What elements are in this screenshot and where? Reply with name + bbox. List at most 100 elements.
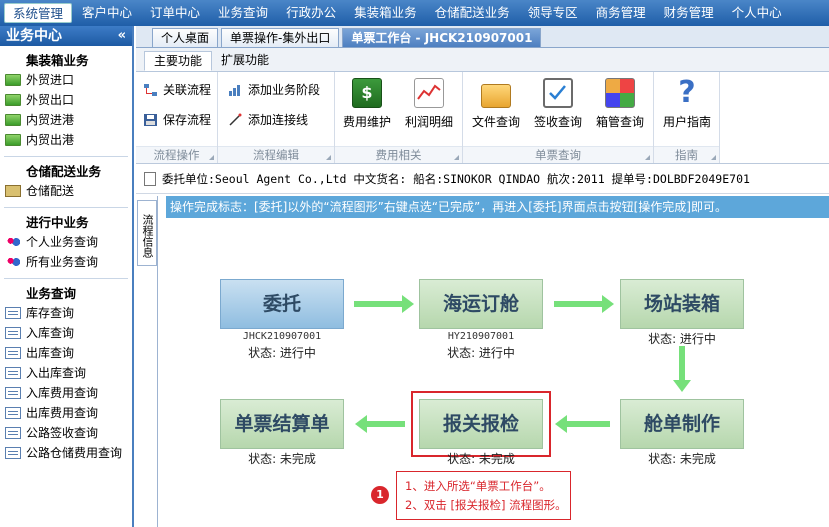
sign-query-label: 签收查询 (533, 115, 582, 129)
group-label: 流程编辑 (218, 146, 334, 163)
group-fee: $ 费用维护 利润明细 费用相关 (335, 72, 463, 163)
sidebar-item-label: 公路仓储费用查询 (26, 446, 123, 460)
add-connector-button[interactable]: 添加连接线 (228, 110, 308, 130)
sidebar-title: 业务中心 (6, 28, 62, 44)
sidebar-item-foreign-import[interactable]: 外贸进口 (0, 70, 132, 90)
sidebar-item-road-sign[interactable]: 公路签收查询 (0, 423, 132, 443)
sidebar-item-inbound[interactable]: 入库查询 (0, 323, 132, 343)
top-nav: 系统管理 客户中心 订单中心 业务查询 行政办公 集装箱业务 仓储配送业务 领导… (0, 0, 829, 26)
nav-biz-query[interactable]: 业务查询 (210, 3, 276, 23)
sidebar-item-label: 入库查询 (26, 326, 75, 340)
sidebar-item-road-storage-fee[interactable]: 公路仓储费用查询 (0, 443, 132, 463)
link-flow-label: 关联流程 (163, 83, 212, 97)
node-status: 状态: 未完成 (447, 452, 515, 466)
sidebar-item-label: 入库费用查询 (26, 386, 99, 400)
sidebar-item-outbound-fee[interactable]: 出库费用查询 (0, 403, 132, 423)
flow-arrow (355, 415, 405, 433)
sidebar-group-biz-query: 业务查询 库存查询 入库查询 出库查询 入出库查询 入库费用查询 出库费用查询 … (0, 285, 132, 463)
flow-node-settlement[interactable]: 单票结算单 (220, 399, 344, 449)
sidebar-item-warehouse-delivery[interactable]: 仓储配送 (0, 181, 132, 201)
profit-detail-label: 利润明细 (404, 115, 453, 129)
sidebar-item-label: 外贸进口 (26, 73, 75, 87)
nav-office[interactable]: 行政办公 (278, 3, 344, 23)
people-icon (5, 236, 21, 248)
node-status: 状态: 未完成 (648, 452, 716, 466)
node-code: HY210907001 (447, 331, 515, 342)
sidebar-item-label: 内贸出港 (26, 133, 75, 147)
list-icon (5, 307, 21, 319)
sidebar-item-label: 仓储配送 (26, 184, 75, 198)
sidebar-item-in-out[interactable]: 入出库查询 (0, 363, 132, 383)
flow-node-stuffing[interactable]: 场站装箱 (620, 279, 744, 329)
container-query-label: 箱管查询 (595, 115, 644, 129)
sidebar-item-foreign-export[interactable]: 外贸出口 (0, 90, 132, 110)
add-stage-button[interactable]: 添加业务阶段 (228, 80, 320, 100)
user-guide-label: 用户指南 (662, 115, 711, 129)
folder-icon (481, 84, 511, 108)
nav-system[interactable]: 系统管理 (4, 3, 73, 23)
tab-flow-info[interactable]: 流程信息 (137, 200, 157, 266)
info-bar: 委托单位:Seoul Agent Co.,Ltd 中文货名: 船名:SINOKO… (136, 164, 829, 194)
nav-leader[interactable]: 领导专区 (520, 3, 586, 23)
nav-finance[interactable]: 财务管理 (656, 3, 722, 23)
nav-order[interactable]: 订单中心 (142, 3, 208, 23)
file-query-button[interactable]: 文件查询 (467, 78, 525, 130)
group-flow-ops: 关联流程 保存流程 流程操作 (136, 72, 218, 163)
group-guide: ? 用户指南 指南 (654, 72, 720, 163)
profit-detail-button[interactable]: 利润明细 (401, 78, 457, 130)
sidebar-item-label: 个人业务查询 (26, 235, 99, 249)
sidebar-group-warehouse: 仓储配送业务 仓储配送 (0, 163, 132, 201)
node-status: 状态: 进行中 (447, 346, 515, 360)
ribbon-tabs: 主要功能 扩展功能 (136, 48, 829, 72)
sidebar-item-label: 所有业务查询 (26, 255, 99, 269)
group-label: 指南 (654, 146, 719, 163)
sidebar-item-all-query[interactable]: 所有业务查询 (0, 252, 132, 272)
flow-node-manifest[interactable]: 舱单制作 (620, 399, 744, 449)
sidebar-item-label: 公路签收查询 (26, 426, 99, 440)
sign-query-button[interactable]: 签收查询 (529, 78, 587, 130)
tab-ticket-export[interactable]: 单票操作-集外出口 (221, 28, 340, 47)
tab-personal-desktop[interactable]: 个人桌面 (152, 28, 219, 47)
nav-container[interactable]: 集装箱业务 (346, 3, 425, 23)
flow-node-booking[interactable]: 海运订舱 (419, 279, 543, 329)
divider (4, 278, 128, 279)
user-guide-button[interactable]: ? 用户指南 (659, 78, 715, 130)
list-icon (5, 327, 21, 339)
ribbon-tab-main[interactable]: 主要功能 (144, 51, 213, 71)
document-icon (144, 172, 156, 186)
link-flow-button[interactable]: 关联流程 (143, 80, 211, 100)
nav-warehouse[interactable]: 仓储配送业务 (427, 3, 518, 23)
collapse-icon[interactable]: « (118, 26, 126, 46)
ribbon-tab-extended[interactable]: 扩展功能 (212, 51, 278, 71)
node-status: 状态: 未完成 (248, 452, 316, 466)
tab-ticket-workbench[interactable]: 单票工作台 - JHCK210907001 (342, 28, 542, 47)
warehouse-icon (5, 185, 21, 197)
sidebar-item-inbound-fee[interactable]: 入库费用查询 (0, 383, 132, 403)
nav-personal[interactable]: 个人中心 (724, 3, 790, 23)
ribbon: 主要功能 扩展功能 关联流程 保存流程 流程操作 添加业务阶段 添加连接线 流程… (136, 48, 829, 164)
money-book-icon: $ (352, 78, 382, 108)
flow-arrow (354, 295, 414, 313)
add-connector-label: 添加连接线 (248, 113, 309, 127)
sidebar-item-domestic-in[interactable]: 内贸进港 (0, 110, 132, 130)
notice-bar: 操作完成标志：[委托]以外的“流程图形”右键点选“已完成”，再进入[委托]界面点… (166, 196, 829, 218)
sidebar-item-outbound[interactable]: 出库查询 (0, 343, 132, 363)
flow-node-entrust[interactable]: 委托 (220, 279, 344, 329)
group-label: 费用相关 (335, 146, 462, 163)
save-flow-button[interactable]: 保存流程 (143, 110, 211, 130)
nav-commerce[interactable]: 商务管理 (588, 3, 654, 23)
group-label: 单票查询 (463, 146, 653, 163)
nav-customer[interactable]: 客户中心 (74, 3, 140, 23)
fee-maintain-button[interactable]: $ 费用维护 (341, 78, 393, 130)
sidebar-group-title: 业务查询 (26, 286, 77, 301)
sidebar-group-title: 集装箱业务 (26, 53, 89, 68)
list-icon (5, 427, 21, 439)
sidebar-item-personal-query[interactable]: 个人业务查询 (0, 232, 132, 252)
container-query-button[interactable]: 箱管查询 (591, 78, 649, 130)
ribbon-groups: 关联流程 保存流程 流程操作 添加业务阶段 添加连接线 流程编辑 $ 费用维护 (136, 72, 829, 163)
sidebar-item-domestic-out[interactable]: 内贸出港 (0, 130, 132, 150)
container-icon (5, 134, 21, 146)
sidebar-item-stock[interactable]: 库存查询 (0, 303, 132, 323)
flow-node-customs[interactable]: 报关报检 (411, 391, 551, 457)
save-flow-label: 保存流程 (163, 113, 212, 127)
